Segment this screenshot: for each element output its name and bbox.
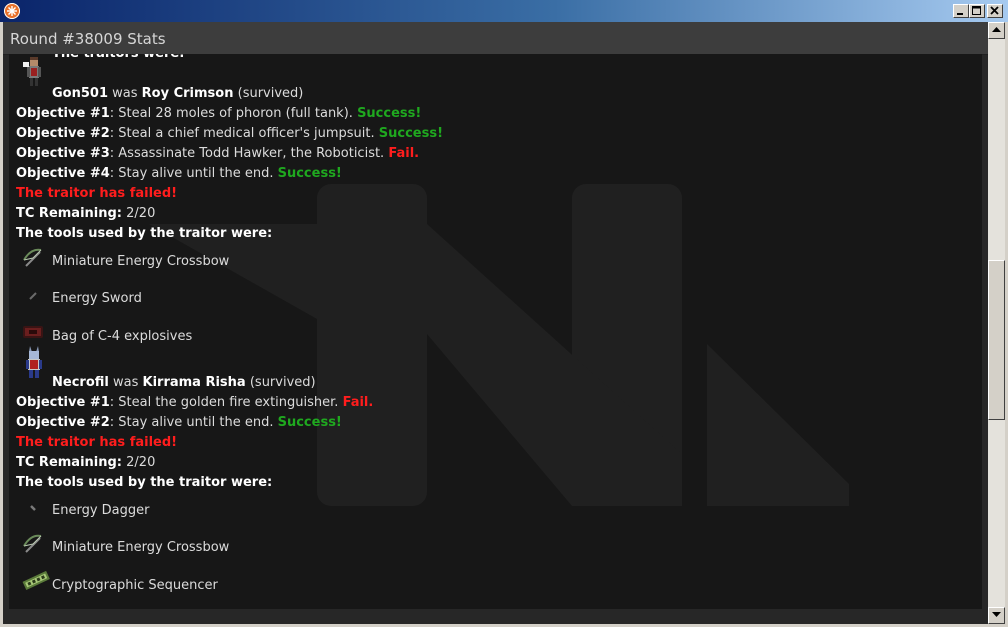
window-title: Round #38009 Stats — [10, 30, 166, 48]
objective-text: Steal a chief medical officer's jumpsuit… — [118, 126, 375, 141]
close-button[interactable] — [987, 4, 1003, 18]
was-word: was — [112, 86, 138, 101]
objective-result: Success! — [277, 415, 342, 430]
crossbow-icon — [23, 248, 42, 267]
minimize-button[interactable] — [953, 4, 969, 18]
survival-status: (survived) — [237, 86, 304, 101]
objective-label: Objective #3 — [16, 146, 110, 161]
tc-value: 2/20 — [126, 455, 156, 470]
content-bottom-strip — [3, 609, 988, 624]
maximize-button[interactable] — [969, 4, 985, 18]
objective-line: Objective #3: Assassinate Todd Hawker, t… — [16, 146, 420, 161]
scroll-up-button[interactable] — [988, 22, 1005, 39]
tc-remaining: TC Remaining: 2/20 — [16, 453, 155, 473]
traitor-verdict: The traitor has failed! — [16, 435, 178, 450]
objective-label: Objective #1 — [16, 106, 110, 121]
window-titlebar[interactable] — [0, 0, 1008, 22]
objective-label: Objective #2 — [16, 126, 110, 141]
objective-label: Objective #1 — [16, 395, 110, 410]
arrow-up-icon — [992, 27, 1001, 32]
player-name: Necrofil — [52, 375, 109, 390]
objective-text: Stay alive until the end. — [118, 166, 274, 181]
tool-name: Cryptographic Sequencer — [52, 578, 218, 593]
was-word: was — [112, 375, 139, 390]
objective-line: Objective #1: Steal the golden fire exti… — [16, 395, 374, 410]
traitor-identity: Gon501 was Roy Crimson (survived) — [52, 84, 303, 104]
emag-icon — [22, 570, 50, 591]
energy-sword-icon — [29, 292, 37, 300]
tc-remaining: TC Remaining: 2/20 — [16, 204, 155, 224]
objective-label: Objective #2 — [16, 415, 110, 430]
survival-status: (survived) — [249, 375, 316, 390]
tc-value: 2/20 — [126, 206, 156, 221]
tool-name: Energy Dagger — [52, 503, 150, 518]
traitor-verdict: The traitor has failed! — [16, 186, 178, 201]
objective-result: Success! — [378, 126, 444, 141]
objective-line: Objective #2: Steal a chief medical offi… — [16, 126, 444, 141]
c4-bag-icon — [23, 326, 43, 338]
arrow-down-icon — [992, 612, 1001, 617]
window-frame: Round #38009 Stats The traitors were: — [3, 22, 1005, 624]
tool-name: Energy Sword — [52, 291, 142, 306]
scrollbar-thumb[interactable] — [988, 260, 1005, 420]
objective-result: Fail. — [388, 146, 420, 161]
objective-result: Success! — [277, 166, 342, 181]
character-name: Kirrama Risha — [142, 375, 246, 390]
tool-name: Bag of C-4 explosives — [52, 329, 193, 344]
player-sprite-icon — [23, 57, 41, 86]
objective-line: Objective #1: Steal 28 moles of phoron (… — [16, 106, 422, 121]
close-icon — [990, 6, 999, 15]
maximize-icon — [972, 6, 981, 15]
crossbow-icon — [23, 534, 42, 553]
stats-content: The traitors were: Gon501 was Roy Crimso… — [9, 54, 982, 609]
objective-line: Objective #2: Stay alive until the end. … — [16, 415, 342, 430]
tc-label: TC Remaining: — [16, 455, 123, 470]
app-icon — [4, 3, 20, 19]
objective-text: Assassinate Todd Hawker, the Roboticist. — [118, 146, 385, 161]
vertical-scrollbar[interactable] — [988, 22, 1005, 624]
scroll-down-button[interactable] — [988, 607, 1005, 624]
traitor-identity: Necrofil was Kirrama Risha (survived) — [52, 373, 316, 393]
tool-name: Miniature Energy Crossbow — [52, 254, 230, 269]
window-header: Round #38009 Stats — [3, 22, 988, 55]
objective-label: Objective #4 — [16, 166, 110, 181]
energy-dagger-icon — [30, 505, 36, 511]
character-name: Roy Crimson — [141, 86, 234, 101]
player-name: Gon501 — [52, 86, 108, 101]
objective-text: Steal 28 moles of phoron (full tank). — [118, 106, 353, 121]
minimize-icon — [957, 13, 963, 15]
tc-label: TC Remaining: — [16, 206, 123, 221]
objective-text: Steal the golden fire extinguisher. — [118, 395, 339, 410]
objective-line: Objective #4: Stay alive until the end. … — [16, 166, 342, 181]
player-sprite-icon — [26, 346, 42, 378]
traitors-header: The traitors were: — [52, 54, 184, 64]
objective-result: Fail. — [342, 395, 374, 410]
tool-name: Miniature Energy Crossbow — [52, 540, 230, 555]
tools-heading: The tools used by the traitor were: — [16, 475, 273, 490]
objective-text: Stay alive until the end. — [118, 415, 274, 430]
tools-heading: The tools used by the traitor were: — [16, 226, 273, 241]
objective-result: Success! — [357, 106, 422, 121]
